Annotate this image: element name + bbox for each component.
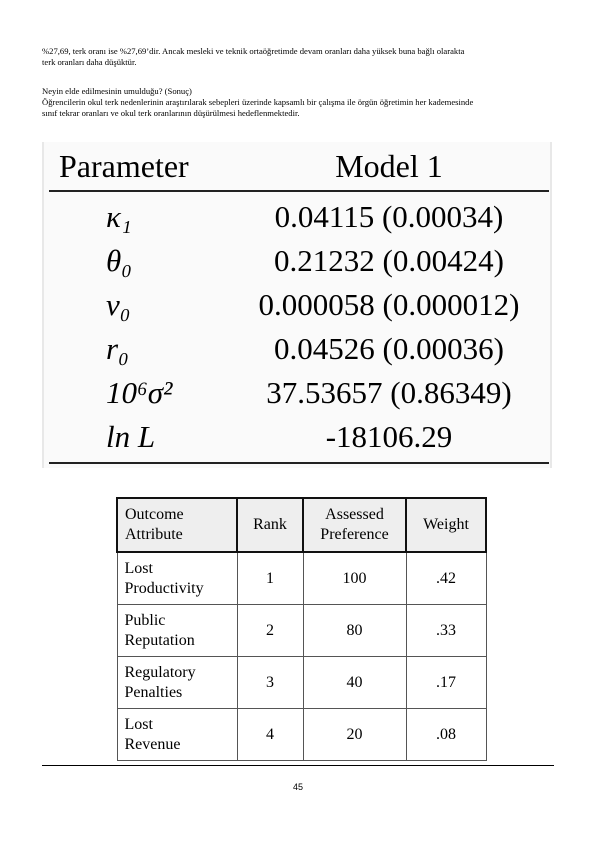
paragraph-line: sınıf tekrar oranları ve okul terk oranl…	[42, 108, 300, 118]
table-row: Regulatory Penalties 3 40 .17	[116, 656, 487, 709]
header-text: Outcome	[125, 506, 184, 523]
table-row: 10⁶σ² 37.53657 (0.86349)	[44, 370, 550, 415]
param-name: 10⁶σ²	[106, 375, 173, 410]
section-heading: Neyin elde edilmesinin umulduğu? (Sonuç)	[42, 86, 192, 96]
header-text: Attribute	[125, 526, 183, 543]
body-paragraph-2: Neyin elde edilmesinin umulduğu? (Sonuç)…	[42, 86, 554, 119]
cell-text: Public	[124, 611, 166, 629]
cell-text: Reputation	[124, 631, 195, 649]
cell-rank: 1	[236, 551, 304, 605]
header-model: Model 1	[335, 148, 443, 184]
parameter-table: Parameter Model 1 κ₁ 0.04115 (0.00034) θ…	[42, 142, 552, 468]
outcome-attribute-table: Outcome Attribute Rank Assessed Preferen…	[116, 497, 487, 761]
param-value: 0.21232 (0.00424)	[274, 243, 504, 278]
table-top-rule	[49, 190, 549, 192]
header-outcome-attribute: Outcome Attribute	[116, 497, 238, 553]
param-value: 37.53657 (0.86349)	[266, 375, 512, 410]
cell-rank: 4	[236, 708, 304, 761]
param-value: 0.000058 (0.000012)	[258, 287, 520, 322]
cell-attribute: Lost Revenue	[116, 708, 238, 761]
table-row: Lost Productivity 1 100 .42	[116, 551, 487, 605]
cell-attribute: Lost Productivity	[116, 551, 238, 605]
param-name: v₀	[106, 287, 131, 322]
cell-rank: 2	[236, 604, 304, 657]
table-row: κ₁ 0.04115 (0.00034)	[44, 194, 550, 239]
table-row: ln L -18106.29	[44, 414, 550, 459]
header-rank: Rank	[236, 497, 304, 553]
param-name: κ₁	[106, 199, 132, 234]
cell-text: Penalties	[124, 683, 183, 701]
table-bottom-rule	[49, 462, 549, 464]
parameter-table-header: Parameter Model 1	[44, 142, 550, 190]
footer-rule	[42, 765, 554, 766]
table-row: θ₀ 0.21232 (0.00424)	[44, 238, 550, 283]
table-row: Lost Revenue 4 20 .08	[116, 708, 487, 761]
cell-preference: 20	[302, 708, 407, 761]
cell-text: Lost	[124, 715, 153, 733]
cell-weight: .08	[405, 708, 487, 761]
table-header-row: Outcome Attribute Rank Assessed Preferen…	[116, 497, 487, 553]
table-row: Public Reputation 2 80 .33	[116, 604, 487, 657]
header-assessed-preference: Assessed Preference	[302, 497, 407, 553]
table-row: r₀ 0.04526 (0.00036)	[44, 326, 550, 371]
cell-text: Lost	[124, 559, 153, 577]
cell-preference: 40	[302, 656, 407, 709]
cell-attribute: Public Reputation	[116, 604, 238, 657]
cell-weight: .33	[405, 604, 487, 657]
paragraph-line: Öğrencilerin okul terk nedenlerinin araş…	[42, 97, 474, 107]
table-row: v₀ 0.000058 (0.000012)	[44, 282, 550, 327]
cell-preference: 100	[302, 551, 407, 605]
param-name: r₀	[106, 331, 129, 366]
cell-attribute: Regulatory Penalties	[116, 656, 238, 709]
cell-text: Regulatory	[124, 663, 196, 681]
cell-rank: 3	[236, 656, 304, 709]
param-name: θ₀	[106, 243, 133, 278]
cell-text: Productivity	[124, 579, 204, 597]
cell-text: Revenue	[124, 735, 181, 753]
param-value: -18106.29	[325, 419, 453, 454]
cell-weight: .17	[405, 656, 487, 709]
paragraph-line: terk oranları daha düşüktür.	[42, 57, 137, 67]
cell-preference: 80	[302, 604, 407, 657]
header-text: Assessed	[325, 506, 384, 523]
param-value: 0.04115 (0.00034)	[274, 199, 504, 234]
param-value: 0.04526 (0.00036)	[274, 331, 504, 366]
param-name: ln L	[106, 419, 156, 454]
header-text: Preference	[320, 526, 389, 543]
paragraph-line: %27,69, terk oranı ise %27,69’dir. Ancak…	[42, 46, 465, 56]
header-parameter: Parameter	[59, 148, 189, 184]
page-number: 45	[292, 782, 303, 792]
body-paragraph-1: %27,69, terk oranı ise %27,69’dir. Ancak…	[42, 46, 554, 68]
cell-weight: .42	[405, 551, 487, 605]
header-weight: Weight	[405, 497, 487, 553]
